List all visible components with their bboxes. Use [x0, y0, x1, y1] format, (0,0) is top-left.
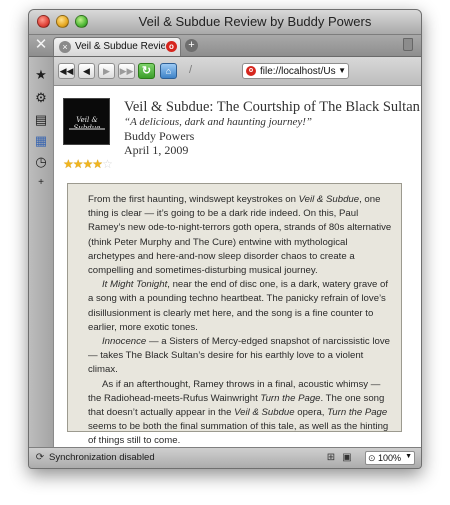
new-tab-button[interactable]: +	[185, 39, 198, 52]
page-title: Veil & Subdue: The Courtship of The Blac…	[124, 99, 420, 115]
images-icon[interactable]: ▣	[341, 452, 353, 464]
home-button[interactable]: ⌂	[160, 63, 177, 79]
chevron-down-icon[interactable]: ▼	[338, 66, 346, 75]
back-button[interactable]: ◀	[78, 63, 95, 79]
review-author: Buddy Powers	[124, 129, 195, 143]
album-cover-image: Veil & Subdue	[63, 98, 110, 145]
review-paragraph: It Might Tonight, near the end of disc o…	[88, 279, 389, 333]
address-input[interactable]: file://localhost/Us	[260, 65, 336, 78]
review-paragraph: Innocence — a Sisters of Mercy-edged sna…	[88, 336, 390, 376]
opera-icon: o	[246, 66, 256, 76]
minimize-window-button[interactable]	[56, 15, 69, 28]
add-panel-icon[interactable]: +	[33, 175, 49, 191]
star-empty-icon: ☆	[102, 157, 113, 171]
star-filled-icon: ★	[63, 157, 74, 171]
album-cover-rule	[69, 128, 105, 130]
page-content: Veil & Subdue Veil & Subdue: The Courtsh…	[54, 86, 421, 447]
review-paragraph: As if an afterthought, Ramey throws in a…	[88, 378, 389, 447]
feeds-icon[interactable]: ▦	[33, 133, 49, 149]
review-quote: “A delicious, dark and haunting journey!…	[124, 116, 313, 128]
chevron-down-icon: ▼	[405, 453, 412, 460]
tools-icon[interactable]: ✕	[32, 36, 50, 54]
tab-bar: ✕ × Veil & Subdue Review ... o +	[29, 35, 421, 57]
star-filled-icon: ★	[92, 157, 103, 171]
bookmarks-icon[interactable]: ★	[33, 67, 49, 83]
star-rating: ★★★★☆	[63, 157, 113, 171]
settings-icon[interactable]: ⚙	[33, 90, 49, 106]
status-bar: ⟳ Synchronization disabled ⊞ ▣ ⊙ 100% ▼	[29, 447, 421, 468]
reload-button[interactable]: ↻	[138, 63, 155, 79]
close-window-button[interactable]	[37, 15, 50, 28]
sync-status: Synchronization disabled	[49, 452, 155, 463]
edit-icon[interactable]: /	[182, 63, 199, 79]
browser-window: Veil & Subdue Review by Buddy Powers ✕ ×…	[28, 9, 422, 469]
tab-review[interactable]: × Veil & Subdue Review ... o	[53, 37, 181, 56]
zoom-select[interactable]: ⊙ 100% ▼	[365, 451, 415, 465]
chat-icon[interactable]: ▤	[33, 112, 49, 128]
navigation-toolbar: ◀◀ ◀ ▶ ▶▶ ↻ ⌂ / o file://localhost/Us ▼	[54, 57, 421, 86]
review-body: From the first haunting, windswept keyst…	[67, 183, 402, 446]
forward-button[interactable]: ▶	[98, 63, 115, 79]
review-date: April 1, 2009	[124, 143, 189, 157]
panel-sidebar: ★ ⚙ ▤ ▦ ◷ +	[29, 57, 54, 447]
window-title: Veil & Subdue Review by Buddy Powers	[138, 14, 372, 29]
trash-icon[interactable]	[403, 38, 413, 51]
rewind-button[interactable]: ◀◀	[58, 63, 75, 79]
close-tab-icon[interactable]: ×	[59, 41, 71, 53]
zoom-window-button[interactable]	[75, 15, 88, 28]
history-icon[interactable]: ◷	[33, 154, 49, 170]
network-icon[interactable]: ⊞	[325, 452, 337, 464]
star-filled-icon: ★	[82, 157, 94, 171]
opera-icon: o	[166, 41, 177, 52]
sync-icon[interactable]: ⟳	[34, 452, 46, 464]
address-bar[interactable]: o file://localhost/Us ▼	[242, 63, 349, 79]
fast-forward-button[interactable]: ▶▶	[118, 63, 135, 79]
review-paragraph: From the first haunting, windswept keyst…	[88, 194, 392, 277]
star-filled-icon: ★	[72, 157, 84, 171]
title-bar: Veil & Subdue Review by Buddy Powers	[29, 10, 421, 35]
tab-label: Veil & Subdue Review ...	[75, 41, 165, 52]
zoom-icon: ⊙	[368, 453, 376, 463]
zoom-value: 100%	[378, 453, 402, 463]
